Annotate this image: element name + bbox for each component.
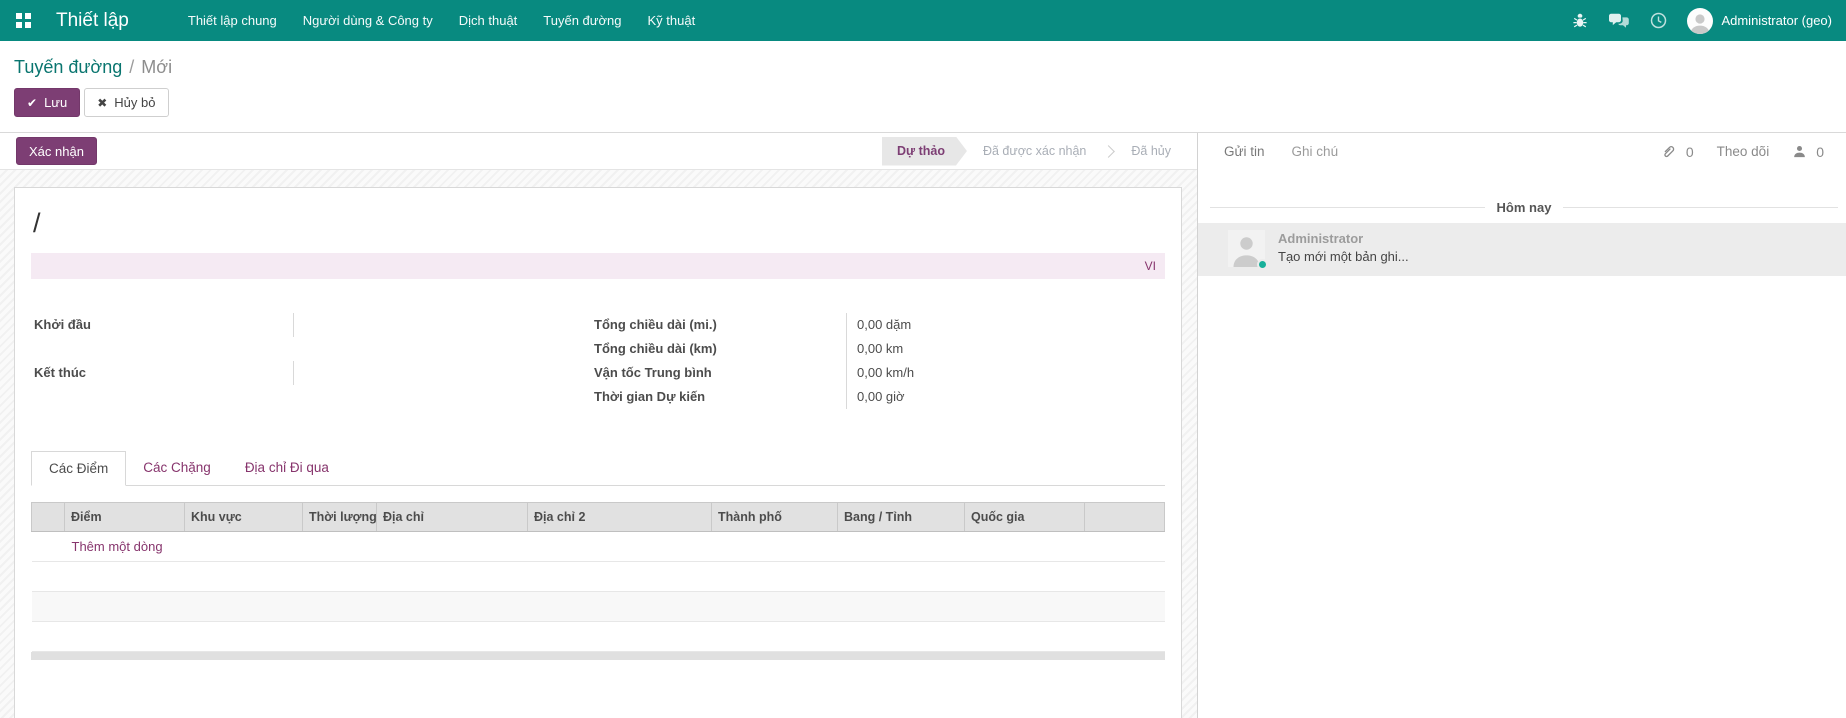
add-line-link[interactable]: Thêm một dòng: [72, 539, 163, 554]
menu-item-routes[interactable]: Tuyến đường: [530, 0, 634, 41]
field-label-avg-speed: Vận tốc Trung bình: [591, 361, 846, 385]
record-name-field[interactable]: /: [33, 208, 1165, 239]
status-step-draft[interactable]: Dự thảo: [882, 137, 967, 166]
field-value-end[interactable]: [293, 361, 591, 385]
chevron-right-icon: [1103, 145, 1116, 158]
sheet-background: / VI Khởi đầu Kết thúc Tổng chiều dài (m…: [0, 170, 1197, 718]
menu-item-translations[interactable]: Dịch thuật: [446, 0, 531, 41]
apps-menu-button[interactable]: [0, 0, 46, 41]
col-header-country[interactable]: Quốc gia: [965, 503, 1085, 532]
content-area: Xác nhận Dự thảo Đã được xác nhận Đã hủy…: [0, 133, 1846, 718]
col-header-handle: [32, 503, 65, 532]
chatter-topbar: Gửi tin Ghi chú 0 Theo dõi 0: [1198, 133, 1846, 170]
date-divider: Hôm nay: [1210, 200, 1838, 215]
check-icon: ✔: [27, 97, 37, 109]
col-header-point[interactable]: Điểm: [65, 503, 185, 532]
field-label-length-km: Tổng chiều dài (km): [591, 337, 846, 361]
empty-row: [32, 622, 1165, 652]
col-header-city[interactable]: Thành phố: [712, 503, 838, 532]
tab-addresses[interactable]: Địa chỉ Đi qua: [228, 451, 346, 485]
send-message-button[interactable]: Gửi tin: [1224, 144, 1265, 159]
attachments-count[interactable]: 0: [1686, 144, 1694, 160]
breadcrumb-separator: /: [122, 57, 141, 77]
log-note-button[interactable]: Ghi chú: [1292, 144, 1339, 159]
table-header-row: Điểm Khu vực Thời lượng ... Địa chỉ Địa …: [32, 503, 1165, 532]
field-value-length-km[interactable]: 0,00 km: [846, 337, 1165, 361]
field-label-length-mi: Tổng chiều dài (mi.): [591, 313, 846, 337]
field-groups: Khởi đầu Kết thúc Tổng chiều dài (mi.) 0…: [31, 313, 1165, 409]
user-name: Administrator (geo): [1721, 13, 1832, 28]
follow-button[interactable]: Theo dõi: [1717, 144, 1770, 159]
breadcrumb-current: Mới: [141, 57, 172, 77]
paperclip-icon[interactable]: [1661, 144, 1677, 160]
discard-button[interactable]: ✖ Hủy bỏ: [84, 88, 168, 117]
app-window: Thiết lập Thiết lập chung Người dùng & C…: [0, 0, 1846, 718]
col-header-area[interactable]: Khu vực: [185, 503, 303, 532]
messages-chat-icon[interactable]: [1609, 11, 1629, 31]
field-value-start[interactable]: [293, 313, 591, 337]
message-author[interactable]: Administrator: [1278, 231, 1409, 246]
confirm-button[interactable]: Xác nhận: [16, 137, 97, 165]
field-label-est-time: Thời gian Dự kiến: [591, 385, 846, 409]
empty-row: [32, 562, 1165, 592]
col-header-address2[interactable]: Địa chỉ 2: [528, 503, 712, 532]
apps-grid-icon: [16, 13, 31, 28]
tab-legs[interactable]: Các Chặng: [126, 451, 228, 485]
col-header-duration[interactable]: Thời lượng ...: [303, 503, 377, 532]
status-step-confirmed[interactable]: Đã được xác nhận: [967, 137, 1102, 166]
field-group-left: Khởi đầu Kết thúc: [31, 313, 591, 409]
menu-item-technical[interactable]: Kỹ thuật: [634, 0, 708, 41]
navbar-right: Administrator (geo): [1570, 8, 1846, 34]
status-step-cancelled[interactable]: Đã hủy: [1115, 137, 1187, 166]
field-value-length-mi[interactable]: 0,00 dặm: [846, 313, 1165, 337]
message-body: Administrator Tạo mới một bản ghi...: [1278, 230, 1409, 267]
breadcrumb: Tuyến đường/Mới: [14, 57, 1846, 78]
main-menu: Thiết lập chung Người dùng & Công ty Dịc…: [175, 0, 708, 41]
form-action-buttons: ✔ Lưu ✖ Hủy bỏ: [14, 88, 1846, 117]
x-icon: ✖: [97, 97, 107, 109]
notebook-tabs: Các Điểm Các Chặng Địa chỉ Đi qua: [31, 451, 1165, 486]
top-navbar: Thiết lập Thiết lập chung Người dùng & C…: [0, 0, 1846, 41]
horizontal-scrollbar[interactable]: [31, 652, 1165, 660]
form-view: Xác nhận Dự thảo Đã được xác nhận Đã hủy…: [0, 133, 1197, 718]
user-menu[interactable]: Administrator (geo): [1687, 8, 1832, 34]
col-header-extra: [1085, 503, 1165, 532]
points-list-table: Điểm Khu vực Thời lượng ... Địa chỉ Địa …: [31, 502, 1165, 652]
field-group-right: Tổng chiều dài (mi.) 0,00 dặm Tổng chiều…: [591, 313, 1165, 409]
message-text: Tạo mới một bản ghi...: [1278, 249, 1409, 264]
user-avatar: [1687, 8, 1713, 34]
field-value-est-time[interactable]: 0,00 giờ: [846, 385, 1165, 409]
debug-bug-icon[interactable]: [1570, 11, 1590, 31]
form-sheet: / VI Khởi đầu Kết thúc Tổng chiều dài (m…: [14, 187, 1182, 718]
activities-clock-icon[interactable]: [1648, 11, 1668, 31]
empty-row: [32, 592, 1165, 622]
control-panel: Tuyến đường/Mới ✔ Lưu ✖ Hủy bỏ: [0, 41, 1846, 133]
app-title[interactable]: Thiết lập: [56, 10, 129, 32]
field-value-avg-speed[interactable]: 0,00 km/h: [846, 361, 1165, 385]
followers-count[interactable]: 0: [1816, 144, 1824, 160]
followers-icon[interactable]: [1792, 144, 1807, 159]
col-header-address[interactable]: Địa chỉ: [377, 503, 528, 532]
menu-item-general-settings[interactable]: Thiết lập chung: [175, 0, 290, 41]
breadcrumb-routes-link[interactable]: Tuyến đường: [14, 57, 122, 77]
statusbar: Xác nhận Dự thảo Đã được xác nhận Đã hủy: [0, 133, 1197, 170]
chatter-tools: 0 Theo dõi 0: [1661, 144, 1824, 160]
chatter-message[interactable]: Administrator Tạo mới một bản ghi...: [1198, 223, 1846, 276]
field-label-start: Khởi đầu: [31, 313, 293, 337]
chatter-panel: Gửi tin Ghi chú 0 Theo dõi 0 Hôm nay: [1197, 133, 1846, 718]
menu-item-users-companies[interactable]: Người dùng & Công ty: [290, 0, 446, 41]
online-status-dot: [1257, 259, 1268, 270]
language-badge[interactable]: VI: [1145, 259, 1156, 273]
translatable-name-input[interactable]: VI: [31, 253, 1165, 279]
col-header-state[interactable]: Bang / Tỉnh: [838, 503, 965, 532]
tab-points[interactable]: Các Điểm: [31, 451, 126, 486]
message-author-avatar: [1228, 230, 1265, 267]
add-row: Thêm một dòng: [32, 532, 1165, 562]
date-divider-label: Hôm nay: [1485, 200, 1564, 215]
field-label-end: Kết thúc: [31, 361, 293, 385]
save-button[interactable]: ✔ Lưu: [14, 88, 80, 117]
status-pipeline: Dự thảo Đã được xác nhận Đã hủy: [882, 137, 1187, 166]
